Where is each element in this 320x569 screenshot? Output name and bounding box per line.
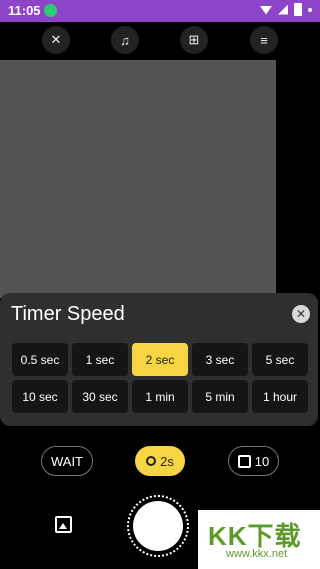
mode-chips: WAIT 2s 10	[0, 446, 320, 478]
battery-icon	[294, 3, 302, 16]
signal-icon	[278, 4, 288, 15]
photo-count-icon	[237, 454, 251, 468]
android-icon	[44, 4, 57, 17]
photo-count-chip[interactable]: 10	[228, 446, 279, 476]
timer-chip-label: 2s	[160, 453, 174, 469]
wait-button[interactable]: WAIT	[41, 446, 93, 476]
camera-viewfinder[interactable]	[0, 60, 276, 298]
wait-label: WAIT	[50, 453, 83, 469]
dot-icon	[308, 7, 312, 12]
flash-off-icon[interactable]: ✕	[42, 26, 70, 54]
timer-speed-panel: Timer Speed ✕ 0.5 sec 1 sec 2 sec 3 sec …	[0, 293, 318, 426]
timer-option[interactable]: 1 sec	[72, 343, 128, 376]
timer-option[interactable]: 5 sec	[252, 343, 308, 376]
timer-option[interactable]: 0.5 sec	[12, 343, 68, 376]
timer-option[interactable]: 3 sec	[192, 343, 248, 376]
timer-icon	[146, 456, 157, 466]
timer-option[interactable]: 10 sec	[12, 380, 68, 413]
status-time: 11:05	[8, 3, 41, 18]
timer-option[interactable]: 30 sec	[72, 380, 128, 413]
timer-chip[interactable]: 2s	[135, 446, 185, 476]
shutter-inner	[133, 501, 183, 551]
volume-icon[interactable]: ♫	[111, 26, 139, 54]
menu-icon[interactable]: ≡	[250, 26, 278, 54]
status-icons	[260, 3, 312, 16]
watermark-logo: KK下载 www.kkx.net	[198, 510, 320, 569]
photo-count-label: 10	[254, 453, 270, 469]
timer-option[interactable]: 2 sec	[132, 343, 188, 376]
close-icon[interactable]: ✕	[292, 305, 310, 323]
grid-icon[interactable]: ⊞	[180, 26, 208, 54]
wifi-icon	[260, 6, 272, 15]
timer-option[interactable]: 1 hour	[252, 380, 308, 413]
watermark-url: www.kkx.net	[226, 548, 288, 560]
timer-option[interactable]: 1 min	[132, 380, 188, 413]
timer-options: 0.5 sec 1 sec 2 sec 3 sec 5 sec 10 sec 3…	[12, 343, 308, 413]
gallery-icon[interactable]	[55, 516, 72, 533]
panel-title: Timer Speed	[11, 303, 125, 325]
camera-top-bar: ✕ ♫ ⊞ ≡	[0, 22, 320, 60]
timer-option[interactable]: 5 min	[192, 380, 248, 413]
shutter-button[interactable]	[127, 495, 189, 557]
status-bar: 11:05	[0, 0, 320, 22]
